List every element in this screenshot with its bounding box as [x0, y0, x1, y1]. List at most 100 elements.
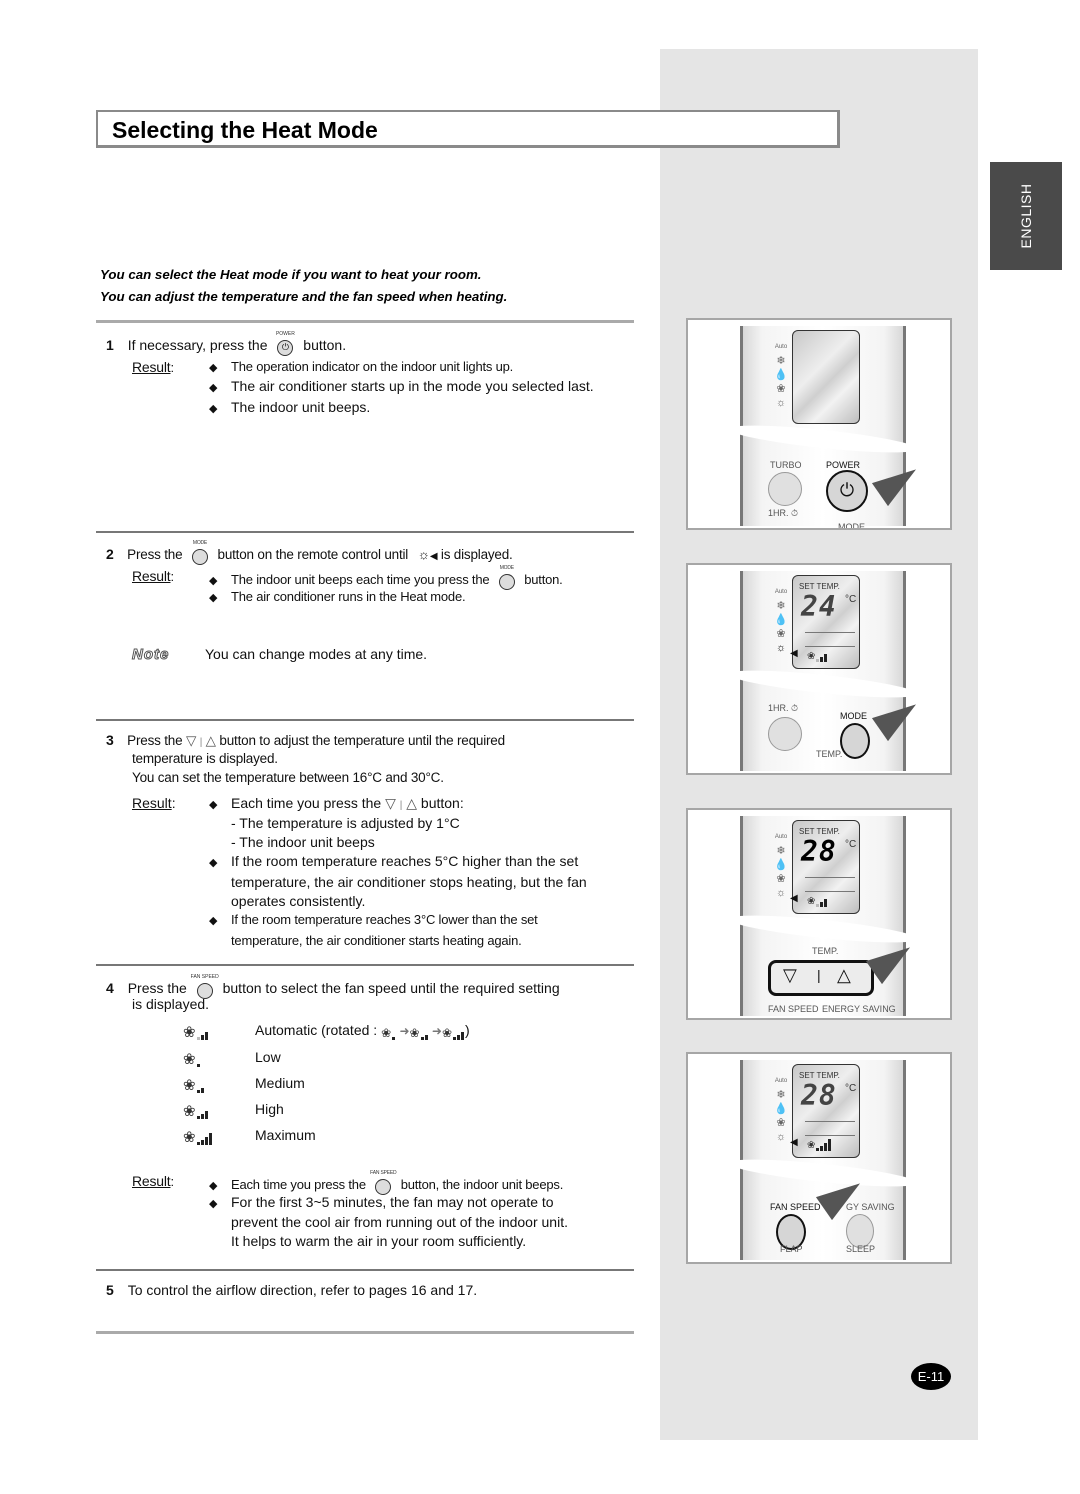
remote-label: FAN SPEED: [770, 1202, 821, 1212]
result-text-cont: operates consistently.: [231, 893, 366, 909]
button-circle: [498, 574, 515, 590]
step-4-text: Press the: [127, 980, 187, 996]
mode-icon: ❀: [776, 1117, 786, 1129]
energy-saving-button: [846, 1214, 874, 1248]
fan-speed-label: Low: [255, 1049, 281, 1065]
remote-label: MODE: [838, 522, 865, 530]
result-colon: :: [170, 1174, 174, 1189]
speed-bar: [420, 1037, 424, 1040]
mode-icon: ❄: [776, 600, 786, 612]
remote-label: 1HR. ⏱: [768, 703, 799, 713]
fan-icon: ❀: [183, 1077, 196, 1094]
bullet-icon: ◆: [209, 575, 218, 587]
temp-up-icon: △: [205, 733, 216, 748]
speed-bar: [820, 657, 824, 662]
page-number-badge: E-11: [911, 1363, 951, 1390]
result-colon: :: [170, 360, 174, 375]
mode-icons: Auto ❄ 💧 ❀ ☼: [774, 585, 788, 655]
speed-bar: [204, 1137, 208, 1145]
speed-bar: [453, 1037, 457, 1040]
remote-illustration-1: Auto ❄ 💧 ❀ ☼ TURBO POWER ⏻ 1HR. ⏱ MODE: [686, 318, 952, 530]
fan-speed-item: ❀ Medium: [183, 1075, 305, 1094]
result-label: Result: [132, 795, 172, 811]
fan-icon: ❀: [183, 1129, 196, 1146]
result-sub-item: - The indoor unit beeps: [231, 834, 375, 850]
mode-icon: 💧: [774, 859, 788, 871]
arrow-right-icon: ➜: [428, 1024, 442, 1038]
result-colon: :: [171, 795, 176, 811]
display-fan-speed: ❀: [807, 893, 828, 911]
result-text: The indoor unit beeps.: [231, 399, 371, 415]
remote-illustration-2: Auto ❄ 💧 ❀ ☼ SET TEMP. 24 °C ◀ ❀ 1HR. ⏱ MODE TEMP.: [686, 563, 952, 775]
divider: [96, 964, 634, 966]
result-text-after: button:: [420, 795, 464, 811]
speed-bars: [816, 895, 828, 907]
display-fan-speed: ❀: [807, 648, 828, 666]
temp-down-icon: ▽: [385, 795, 396, 811]
mode-icon: 💧: [774, 1103, 788, 1115]
step-1-text: If necessary, press the: [127, 337, 268, 353]
mode-icons: Auto ❄ 💧 ❀ ☼: [774, 830, 788, 900]
button-circle: [191, 549, 208, 565]
fan-speed-icon: ❀: [807, 650, 828, 666]
note-text: You can change modes at any time.: [205, 646, 428, 662]
step-5-instruction: 5 To control the airflow direction, refe…: [106, 1282, 477, 1298]
fan-icon: ❀: [183, 1103, 196, 1120]
mode-icons: Auto ❄ 💧 ❀ ☼: [774, 1074, 788, 1144]
power-button: ⏻: [826, 470, 868, 512]
step-number: 4: [106, 980, 114, 996]
temperature-unit: °C: [845, 839, 857, 850]
temp-up-icon: △: [837, 965, 851, 985]
fan-speed-caption: FAN SPEED: [190, 974, 219, 980]
fan-speed-icon: ❀: [410, 1024, 429, 1040]
step-number: 5: [106, 1282, 114, 1298]
temperature-button: ▽ | △: [768, 960, 874, 996]
result-text-cont: It helps to warm the air in your room su…: [231, 1233, 527, 1249]
note-label: Note: [131, 646, 170, 664]
fan-speed-icon: ❀: [183, 1128, 213, 1146]
mode-icon: Auto: [774, 834, 788, 840]
result-text: If the room temperature reaches 5°C high…: [231, 853, 579, 869]
remote-illustration-4: Auto ❄ 💧 ❀ ☼ SET TEMP. 28 °C ◀ ❀ FAN SPEED GY SAVIN…: [686, 1052, 952, 1264]
mode-icon: 💧: [774, 369, 788, 381]
separator: |: [817, 967, 821, 983]
step-3-result-1: Result: ◆ Each time you press the ▽ | △ b…: [132, 795, 464, 811]
fan-icon: ❀: [183, 1024, 196, 1041]
step-4-line-2: is displayed.: [132, 996, 210, 1012]
speed-bars: [453, 1024, 465, 1040]
fan-speed-icon: ❀: [381, 1024, 396, 1040]
speed-bar: [200, 1140, 204, 1145]
result-text-cont: prevent the cool air from running out of…: [231, 1214, 568, 1230]
result-label: Result: [132, 359, 171, 375]
speed-bars: [196, 1129, 213, 1145]
speed-bar: [457, 1035, 461, 1040]
speed-bar: [204, 1032, 208, 1040]
temperature-readout: 28: [801, 1079, 837, 1112]
result-text: The air conditioner runs in the Heat mod…: [231, 589, 466, 604]
mode-icon: Auto: [774, 344, 788, 350]
remote-label: ENERGY SAVING: [822, 1004, 896, 1014]
speed-bar: [828, 1139, 832, 1151]
fan-speed-icon: ❀: [807, 1139, 832, 1155]
fan-speed-icon: ❀: [183, 1076, 205, 1094]
step-1-text-after: button.: [303, 337, 347, 353]
speed-bars: [196, 1077, 205, 1093]
mode-icon: ☼: [775, 1131, 787, 1143]
result-label: Result: [132, 568, 171, 584]
speed-bars: [816, 1139, 832, 1151]
power-caption: POWER: [275, 331, 295, 337]
remote-label: SLEEP: [846, 1244, 876, 1254]
fan-icon: ❀: [807, 651, 816, 662]
bullet-icon: ◆: [209, 915, 218, 927]
step-3-instruction: 3 Press the ▽ | △ button to adjust the t…: [106, 732, 505, 749]
language-tab-label: ENGLISH: [1018, 183, 1034, 249]
remote-label: MODE: [840, 711, 867, 721]
button-circle: [375, 1179, 392, 1195]
speed-bar: [461, 1032, 465, 1040]
speed-bar: [816, 1148, 820, 1151]
separator: |: [399, 800, 403, 811]
step-2-result-2: ◆ The air conditioner runs in the Heat mo…: [209, 589, 466, 604]
temperature-readout: 28: [801, 835, 837, 868]
power-button-icon: POWER ⏻: [275, 331, 295, 356]
temperature-readout: 24: [801, 590, 837, 623]
